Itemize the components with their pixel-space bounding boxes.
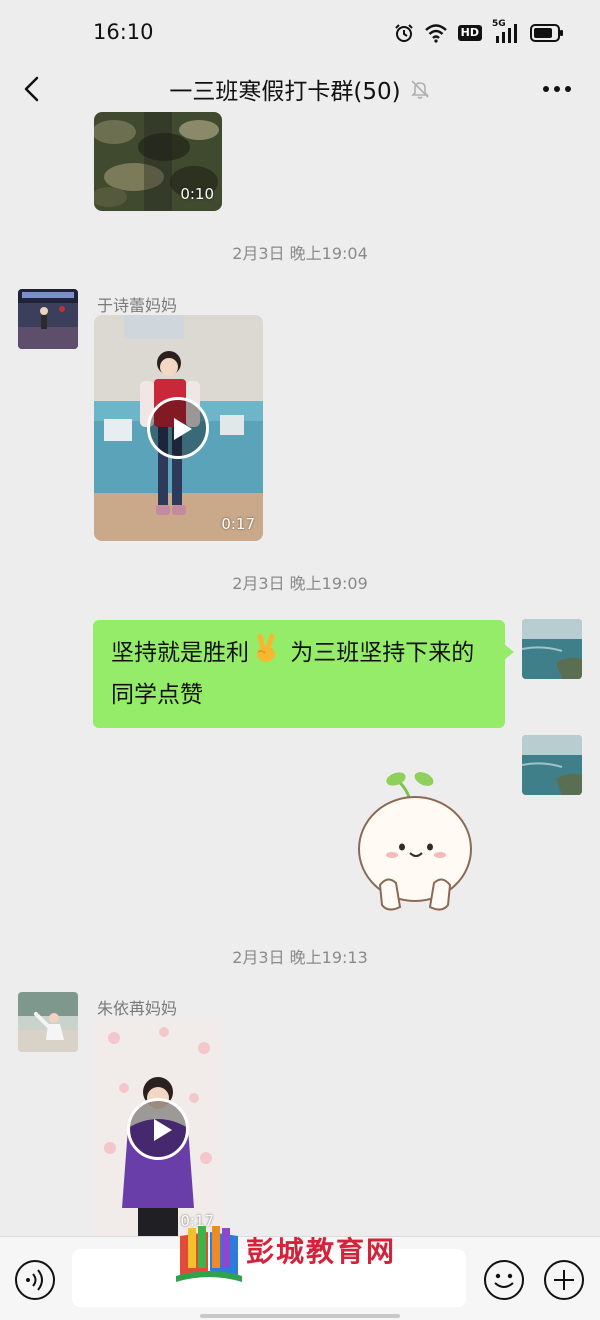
- book-logo-icon: [176, 1226, 242, 1282]
- outgoing-text-message[interactable]: 坚持就是胜利 为三班坚持下来的同学点赞: [93, 620, 514, 728]
- wifi-icon: [424, 24, 447, 43]
- chat-messages[interactable]: 0:10 2月3日 晚上19:04 于诗蕾妈妈 0:17 2月3日 晚上19:0…: [0, 112, 600, 1236]
- message-text-part: 坚持就是胜利: [111, 640, 249, 666]
- play-icon[interactable]: [147, 397, 209, 459]
- watermark-logo: 彭城教育网: [176, 1222, 426, 1282]
- status-bar: 16:10 HD 5G: [0, 0, 600, 66]
- status-icons: HD 5G: [394, 19, 564, 46]
- status-time: 16:10: [93, 20, 154, 44]
- chat-title-wrap: 一三班寒假打卡群(50): [0, 72, 600, 106]
- home-indicator: [200, 1314, 400, 1318]
- victory-hand-emoji: [253, 633, 279, 676]
- video-duration: 0:17: [221, 515, 255, 533]
- video-message[interactable]: 0:17: [94, 315, 263, 541]
- avatar[interactable]: [18, 289, 78, 349]
- message-timestamp: 2月3日 晚上19:13: [232, 948, 368, 967]
- sender-name: 朱依苒妈妈: [97, 999, 178, 1018]
- avatar[interactable]: [18, 992, 78, 1052]
- network-label: 5G: [492, 19, 506, 29]
- sticker-message[interactable]: [350, 767, 480, 917]
- message-timestamp: 2月3日 晚上19:09: [232, 574, 368, 593]
- signal-icon: 5G: [492, 19, 520, 44]
- video-message[interactable]: 0:10: [94, 112, 222, 211]
- emoji-icon[interactable]: [483, 1259, 525, 1301]
- voice-icon[interactable]: [14, 1259, 56, 1301]
- plus-icon[interactable]: [543, 1259, 585, 1301]
- avatar[interactable]: [522, 619, 582, 679]
- hd-badge: HD: [457, 25, 482, 41]
- video-message[interactable]: 0:17: [94, 1018, 222, 1236]
- mute-bell-icon: [410, 80, 429, 99]
- sender-name: 于诗蕾妈妈: [97, 296, 178, 315]
- nav-bar: 一三班寒假打卡群(50): [0, 66, 600, 112]
- avatar[interactable]: [522, 735, 582, 795]
- message-timestamp: 2月3日 晚上19:04: [232, 244, 368, 263]
- watermark-text: 彭城教育网: [246, 1235, 397, 1268]
- video-duration: 0:10: [180, 185, 214, 203]
- play-icon[interactable]: [127, 1098, 189, 1160]
- alarm-icon: [394, 24, 413, 42]
- battery-icon: [530, 24, 563, 42]
- more-icon[interactable]: [542, 84, 572, 94]
- chat-title: 一三班寒假打卡群(50): [169, 79, 401, 105]
